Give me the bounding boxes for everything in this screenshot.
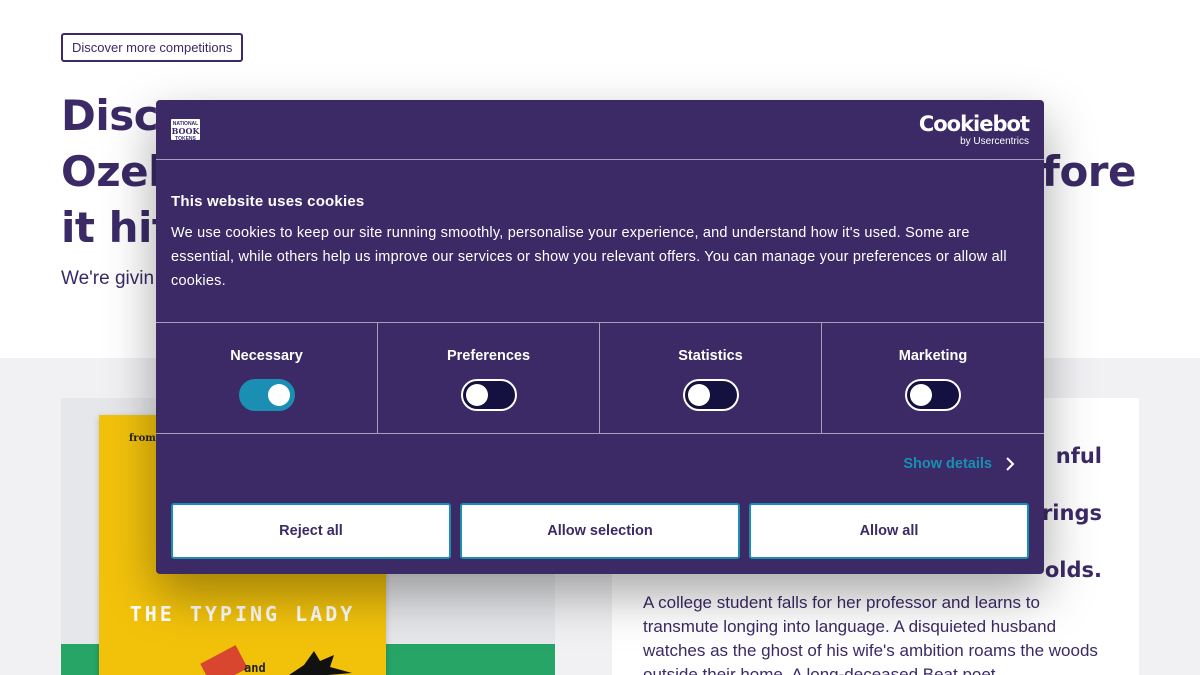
headline-line3: it hit bbox=[61, 203, 172, 252]
cookie-consent-dialog: NATIONAL BOOK TOKENS Cookiebot by Userce… bbox=[156, 100, 1044, 574]
cookiebot-logo: Cookiebot by Usercentrics bbox=[918, 112, 1030, 147]
category-label: Marketing bbox=[898, 348, 968, 364]
necessary-toggle[interactable] bbox=[238, 379, 295, 411]
logo-text-main: BOOK bbox=[171, 126, 200, 136]
category-label: Necessary bbox=[230, 348, 303, 364]
toggle-knob bbox=[687, 384, 710, 406]
allow-all-button[interactable]: Allow all bbox=[749, 503, 1029, 559]
book-title: THE TYPING LADY bbox=[129, 602, 356, 626]
category-label: Preferences bbox=[446, 348, 531, 364]
cookiebot-sub: by Usercentrics bbox=[960, 136, 1029, 147]
national-book-tokens-logo: NATIONAL BOOK TOKENS bbox=[171, 119, 200, 142]
marketing-toggle[interactable] bbox=[905, 379, 961, 411]
statistics-toggle[interactable] bbox=[682, 379, 739, 411]
category-label: Statistics bbox=[678, 348, 743, 364]
cookie-dialog-title: This website uses cookies bbox=[171, 193, 365, 210]
category-statistics: Statistics bbox=[600, 323, 822, 433]
cookiebot-name: Cookiebot bbox=[918, 112, 1030, 136]
book-red-shape bbox=[200, 645, 248, 675]
logo-text-bottom: TOKENS bbox=[175, 136, 196, 142]
cookie-dialog-header: NATIONAL BOOK TOKENS Cookiebot by Userce… bbox=[156, 100, 1044, 160]
category-preferences: Preferences bbox=[378, 323, 600, 433]
cookie-action-buttons: Reject all Allow selection Allow all bbox=[171, 503, 1029, 559]
preferences-toggle[interactable] bbox=[460, 379, 517, 411]
book-from-label: from bbox=[129, 433, 156, 444]
category-marketing: Marketing bbox=[822, 323, 1044, 433]
headline-line2: Ozel bbox=[61, 147, 163, 196]
toggle-knob bbox=[910, 384, 932, 406]
chevron-right-icon bbox=[1006, 457, 1015, 471]
book-description: A college student falls for her professo… bbox=[643, 593, 1098, 675]
toggle-knob bbox=[465, 384, 488, 406]
allow-selection-button[interactable]: Allow selection bbox=[460, 503, 740, 559]
crow-icon bbox=[289, 651, 352, 675]
toggle-knob bbox=[267, 384, 290, 406]
discover-competitions-button[interactable]: Discover more competitions bbox=[61, 33, 244, 62]
book-and-label: and bbox=[244, 661, 266, 675]
show-details-label: Show details bbox=[903, 456, 992, 472]
category-necessary: Necessary bbox=[156, 323, 378, 433]
cookie-categories: Necessary Preferences Statistics Marketi… bbox=[156, 322, 1044, 434]
reject-all-button[interactable]: Reject all bbox=[171, 503, 451, 559]
show-details-link[interactable]: Show details bbox=[903, 456, 1018, 472]
headline-line1: Disc bbox=[61, 91, 159, 140]
cookie-dialog-body: We use cookies to keep our site running … bbox=[171, 225, 1007, 289]
